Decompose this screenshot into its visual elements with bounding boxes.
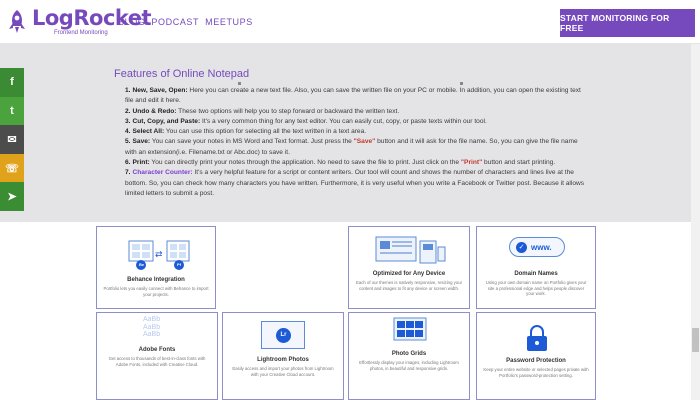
behance-integration-illustration: ⇄ <box>128 240 190 270</box>
twitter-share-button[interactable]: t <box>0 96 24 126</box>
card-description: Effortlessly display your images, includ… <box>359 360 459 371</box>
email-icon: ✉ <box>7 133 17 146</box>
feature-card-photo-grids: Photo Grids Effortlessly display your im… <box>348 312 470 400</box>
card-description: Portfolio lets you easily connect with B… <box>103 286 209 297</box>
domain-pill: ✓ www. <box>509 237 565 257</box>
behance-badge: Be <box>139 262 145 267</box>
font-sample: AaBb <box>143 331 161 338</box>
lock-icon <box>527 325 547 351</box>
card-title: Domain Names <box>514 271 558 277</box>
telegram-share-button[interactable]: ➤ <box>0 182 24 211</box>
rocket-icon <box>9 10 25 33</box>
whatsapp-icon: ☏ <box>5 162 19 175</box>
main-nav: BLOG PODCAST MEETUPS <box>118 17 253 27</box>
social-share-bar: f t ✉ ☏ ➤ <box>0 68 24 211</box>
features-section: Features of Online Notepad 1. New, Save, … <box>0 44 700 222</box>
card-title: Password Protection <box>506 358 566 364</box>
top-navigation-bar: LogRocket Frontend Monitoring BLOG PODCA… <box>0 0 700 44</box>
card-description: Easily access and import your photos fro… <box>232 366 334 377</box>
nav-blog-link[interactable]: BLOG <box>118 17 145 27</box>
domain-label: www. <box>531 243 552 252</box>
feature-card-responsive: Optimized for Any Device Each of our the… <box>348 226 470 309</box>
scrollbar-thumb[interactable] <box>692 328 699 352</box>
font-sample-stack: AaBb AaBb AaBb <box>143 316 160 339</box>
card-title: Adobe Fonts <box>138 347 176 353</box>
facebook-icon: f <box>10 76 14 89</box>
feature-card-password: Password Protection Keep your entire web… <box>476 312 596 400</box>
font-sample: AaBb <box>143 316 161 323</box>
nav-podcast-link[interactable]: PODCAST <box>151 17 199 27</box>
feature-card-behance: ⇄ Be Pf Behance Integration Portfolio le… <box>96 226 216 309</box>
card-title: Lightroom Photos <box>257 357 309 363</box>
logo-tagline: Frontend Monitoring <box>54 30 108 36</box>
feature-card-domain: ✓ www. Domain Names Using your own domai… <box>476 226 596 309</box>
feature-item: 1. New, Save, Open: Here you can create a… <box>125 87 581 105</box>
card-description: Keep your entire website or selected pag… <box>483 367 589 378</box>
photo-grid-icon <box>393 317 427 341</box>
lightroom-illustration: Lr <box>261 321 305 349</box>
feature-item: 4. Select All: You can use this option fo… <box>125 128 367 136</box>
twitter-icon: t <box>10 104 14 117</box>
card-description: Get access to thousands of best-in-class… <box>108 356 206 367</box>
feature-item: 6. Print: You can directly print your not… <box>125 159 556 167</box>
feature-item: 5. Save: You can save your notes in MS Wo… <box>125 138 578 156</box>
font-sample: AaBb <box>143 323 161 331</box>
feature-card-lightroom: Lr Lightroom Photos Easily access and im… <box>222 312 344 400</box>
facebook-share-button[interactable]: f <box>0 68 24 97</box>
card-description: Using your own domain name on Portfolio … <box>485 280 587 297</box>
feature-item: 3. Cut, Copy, and Paste: It's a very comm… <box>125 117 487 125</box>
start-monitoring-button[interactable]: START MONITORING FOR FREE <box>560 9 695 37</box>
devices-icon <box>375 236 446 264</box>
cut-off-text-fragment <box>460 82 463 85</box>
card-title: Optimized for Any Device <box>372 271 446 277</box>
nav-meetups-link[interactable]: MEETUPS <box>205 17 253 27</box>
card-description: Each of our themes is natively responsiv… <box>355 280 463 291</box>
cut-off-text-fragment <box>238 82 241 85</box>
feature-item: 7. Character Counter: It's a very helpful… <box>125 169 585 197</box>
page-scrollbar[interactable] <box>691 44 700 400</box>
checkmark-icon: ✓ <box>516 242 527 253</box>
whatsapp-share-button[interactable]: ☏ <box>0 153 24 183</box>
features-list: 1. New, Save, Open: Here you can create a… <box>125 86 590 199</box>
lightroom-icon: Lr <box>276 328 291 343</box>
card-title: Behance Integration <box>127 277 185 283</box>
features-heading: Features of Online Notepad <box>114 68 250 80</box>
email-share-button[interactable]: ✉ <box>0 125 24 154</box>
portfolio-badge: Pf <box>177 262 181 267</box>
svg-text:⇄: ⇄ <box>155 250 163 260</box>
feature-item: 2. Undo & Redo: These two options will he… <box>125 107 400 115</box>
telegram-icon: ➤ <box>7 191 17 204</box>
feature-card-fonts: AaBb AaBb AaBb Adobe Fonts Get access to… <box>96 312 218 400</box>
card-title: Photo Grids <box>391 351 427 357</box>
